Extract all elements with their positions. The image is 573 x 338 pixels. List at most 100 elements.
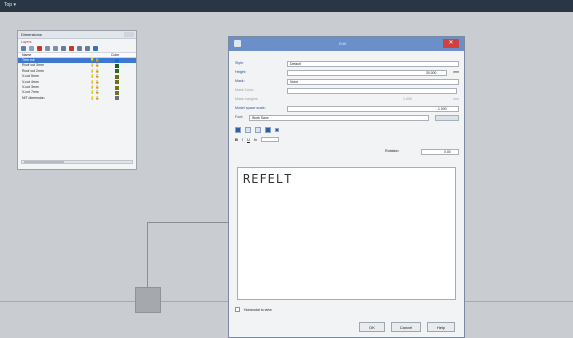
color-column-header[interactable]: Color (111, 53, 119, 57)
layer-tools-icon[interactable] (69, 46, 74, 51)
move-down-icon[interactable] (53, 46, 58, 51)
model-space-scale-input[interactable]: 1.000 (287, 106, 459, 112)
layers-subheader: Layers (18, 39, 136, 45)
layer-visibility-lock-icon[interactable]: 💡 🔓 (90, 96, 100, 100)
layer-name: V-cut 4mm (22, 79, 39, 84)
font-dropdown[interactable]: Work Sans (249, 115, 429, 121)
layer-visibility-lock-icon[interactable]: 💡 🔓 (90, 85, 100, 89)
help-button[interactable]: Help (427, 322, 455, 332)
style-dropdown[interactable]: Default (287, 61, 459, 67)
layers-scrollbar[interactable] (21, 160, 133, 164)
mask-color-label: Mask Color: (235, 88, 255, 92)
construction-line-top (147, 222, 233, 223)
horizontal-to-view-label: Horizontal to view (244, 307, 272, 312)
help-icon[interactable] (93, 46, 98, 51)
layer-name: Trim cut (22, 58, 35, 62)
font-row: Font: Work Sans (235, 115, 459, 121)
alignment-toolbar (235, 126, 279, 133)
layer-visibility-lock-icon[interactable]: 💡 🔓 (90, 80, 100, 84)
layer-color-swatch[interactable] (115, 58, 119, 63)
layer-name: V-cut 5mm (22, 74, 39, 79)
layer-row[interactable]: NIT dimension 💡 🔓 (18, 96, 136, 101)
layer-states-icon[interactable] (77, 46, 82, 51)
edit-text-dialog: Edit ✕ Style: Default Height: 30.000 mm … (228, 36, 465, 338)
style-row: Style: Default (235, 61, 459, 67)
layer-color-swatch[interactable] (115, 74, 119, 79)
valign-middle-icon[interactable] (275, 127, 279, 132)
layer-color-swatch[interactable] (115, 63, 119, 68)
mask-color-picker[interactable] (287, 88, 457, 94)
layer-visibility-lock-icon[interactable]: 💡 🔓 (90, 90, 100, 94)
mask-label: Mask: (235, 79, 245, 83)
layer-color-swatch[interactable] (115, 90, 119, 95)
new-sublayer-icon[interactable] (29, 46, 34, 51)
panel-close-icon[interactable] (124, 32, 134, 37)
mask-margins-label: Mask margins: (235, 97, 259, 101)
rotation-input[interactable]: 0.00 (421, 149, 459, 155)
filter-icon[interactable] (61, 46, 66, 51)
text-content: REFELT (243, 172, 293, 186)
underline-button[interactable]: U (247, 137, 250, 142)
move-up-icon[interactable] (45, 46, 50, 51)
mask-row: Mask: None (235, 79, 459, 85)
close-button[interactable]: ✕ (443, 39, 459, 48)
layer-name: V-cut 3mm (22, 84, 39, 89)
italic-button[interactable]: I (242, 137, 243, 142)
layer-color-swatch[interactable] (115, 96, 119, 101)
layer-color-swatch[interactable] (115, 69, 119, 74)
layer-name: V-cut 7mm (22, 90, 39, 95)
layer-color-swatch[interactable] (115, 80, 119, 85)
ok-button[interactable]: OK (359, 322, 385, 332)
height-unit: mm (453, 70, 459, 74)
mask-color-row: Mask Color: (235, 88, 459, 94)
bold-button[interactable]: B (235, 137, 238, 142)
mask-margins-row: Mask margins: 1.000 mm (235, 97, 459, 103)
layer-visibility-lock-icon[interactable]: 💡 🔓 (90, 63, 100, 67)
rotation-label: Rotation: (385, 149, 400, 153)
search-icon[interactable] (85, 46, 90, 51)
layer-visibility-lock-icon[interactable]: 💡 🔓 (90, 69, 100, 73)
text-editor[interactable]: REFELT (237, 167, 456, 300)
height-label: Height: (235, 70, 247, 74)
align-center-icon[interactable] (245, 126, 251, 133)
symbol-dropdown[interactable] (261, 137, 280, 142)
layers-subtitle: Layers (21, 40, 32, 44)
cancel-button[interactable]: Cancel (391, 322, 421, 332)
name-column-header[interactable]: Name (22, 53, 31, 57)
layer-name: NIT dimension (22, 95, 45, 100)
model-space-scale-label: Model space scale: (235, 106, 266, 110)
dialog-title: Edit (339, 41, 346, 46)
horizontal-to-view-checkbox[interactable] (235, 307, 240, 312)
layers-list: Trim cut 💡 🔓 Roof cut 3mm 💡 🔓 Roof cut 2mm 💡 … (18, 58, 136, 101)
valign-top-icon[interactable] (265, 126, 271, 133)
font-style-buttons[interactable] (435, 115, 459, 121)
align-right-icon[interactable] (255, 126, 261, 133)
app-icon (234, 40, 241, 47)
model-space-scale-row: Model space scale: 1.000 (235, 106, 459, 112)
delete-layer-icon[interactable] (37, 46, 42, 51)
mask-margins-value[interactable]: 1.000 (403, 97, 412, 101)
layer-visibility-lock-icon[interactable]: 💡 🔓 (90, 74, 100, 78)
font-label: Font: (235, 115, 244, 119)
layers-panel-titlebar: Dimensions (18, 31, 136, 39)
mask-dropdown[interactable]: None (287, 79, 459, 85)
dialog-titlebar: Edit ✕ (229, 37, 464, 51)
layer-color-swatch[interactable] (115, 85, 119, 90)
format-toolbar: B I U fx (235, 136, 280, 143)
viewport-title[interactable]: Top ▾ (4, 2, 16, 8)
layer-name: Roof cut 3mm (22, 63, 44, 68)
layers-panel-title: Dimensions (21, 32, 42, 37)
style-label: Style: (235, 61, 244, 65)
selection-box (135, 287, 161, 313)
rotation-row: Rotation: 0.00 (235, 149, 459, 155)
mask-margins-unit: mm (453, 97, 459, 101)
new-layer-icon[interactable] (21, 46, 26, 51)
height-input[interactable]: 30.000 (287, 70, 447, 76)
align-left-icon[interactable] (235, 126, 241, 133)
top-toolbar: Top ▾ (0, 0, 573, 12)
layers-toolbar (18, 45, 136, 52)
height-row: Height: 30.000 mm (235, 70, 459, 76)
layers-panel: Dimensions Layers Name Color Trim cut 💡 🔓… (17, 30, 137, 170)
layer-visibility-lock-icon[interactable]: 💡 🔓 (90, 58, 100, 62)
function-button[interactable]: fx (254, 137, 257, 142)
